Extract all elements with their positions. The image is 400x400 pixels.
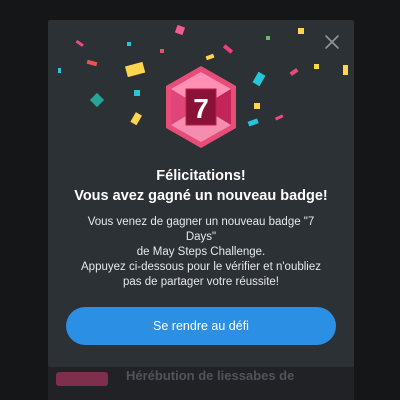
desc-line-2: Days" bbox=[185, 231, 217, 243]
badge-hexagon-icon: 7 bbox=[166, 66, 236, 148]
go-to-challenge-button[interactable]: Se rendre au défi bbox=[66, 307, 336, 345]
close-icon[interactable] bbox=[324, 34, 340, 50]
desc-line-1: Vous venez de gagner un nouveau badge "7 bbox=[87, 216, 315, 228]
dialog-title: Félicitations! Vous avez gagné un nouvea… bbox=[48, 166, 354, 206]
background-thumbnail bbox=[56, 372, 108, 386]
dialog-description: Vous venez de gagner un nouveau badge "7… bbox=[62, 215, 340, 290]
title-line-2: Vous avez gagné un nouveau badge! bbox=[74, 188, 328, 204]
title-line-1: Félicitations! bbox=[156, 168, 246, 184]
background-list-item-text: Hérébution de liessabes de bbox=[126, 368, 295, 383]
desc-line-5: pas de partager votre réussite! bbox=[123, 276, 279, 288]
desc-line-3: de May Steps Challenge. bbox=[136, 246, 266, 258]
badge-number: 7 bbox=[193, 93, 209, 124]
badge-earned-dialog: 7 Félicitations! Vous avez gagné un nouv… bbox=[48, 20, 354, 367]
desc-line-4: Appuyez ci-dessous pour le vérifier et n… bbox=[81, 261, 321, 273]
